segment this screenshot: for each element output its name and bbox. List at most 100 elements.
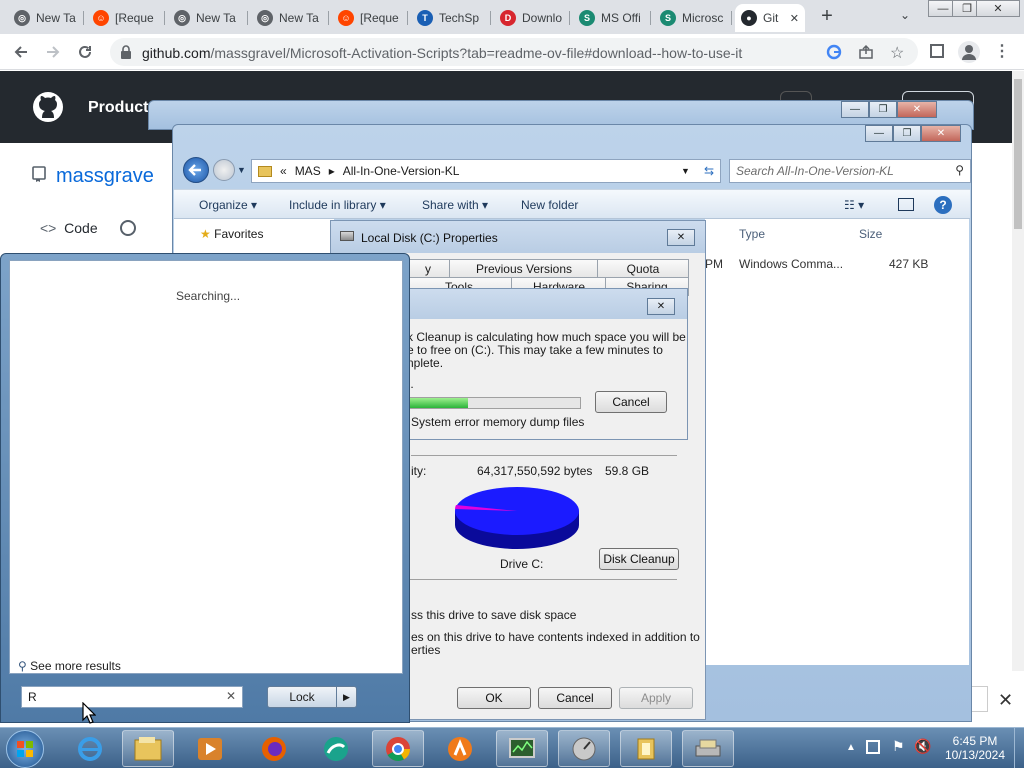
preview-pane-icon[interactable] xyxy=(898,198,914,211)
cleanup-cancel-button[interactable]: Cancel xyxy=(595,391,667,413)
browser-tab[interactable]: ● Git ✕ xyxy=(735,4,805,32)
explorer-search-input[interactable]: Search All-In-One-Version-KL ⚲ xyxy=(729,159,971,183)
file-type-cell[interactable]: Windows Comma... xyxy=(739,257,843,271)
internet-explorer-icon[interactable] xyxy=(64,730,116,767)
start-button[interactable] xyxy=(6,730,44,768)
browser-app-icon[interactable] xyxy=(310,730,362,767)
taskbar-clock[interactable]: 6:45 PM 10/13/2024 xyxy=(940,734,1010,762)
browser-tab[interactable]: ◎ New Ta xyxy=(8,4,84,32)
windows-explorer-icon[interactable] xyxy=(122,730,174,767)
breadcrumb-item[interactable]: All-In-One-Version-KL xyxy=(343,164,460,178)
bookmark-star-icon[interactable]: ☆ xyxy=(890,43,904,63)
browser-tab[interactable]: ◎ New Ta xyxy=(251,4,329,32)
favorites-item[interactable]: ★ Favorites xyxy=(200,227,263,241)
file-size-cell[interactable]: 427 KB xyxy=(889,257,928,271)
google-lens-icon[interactable] xyxy=(826,44,842,60)
cancel-button[interactable]: Cancel xyxy=(538,687,612,709)
show-desktop-button[interactable] xyxy=(1014,728,1024,768)
back-window-minimize-button[interactable]: — xyxy=(841,101,869,118)
apply-button[interactable]: Apply xyxy=(619,687,693,709)
repo-owner-link[interactable]: massgrave xyxy=(56,165,154,188)
refresh-icon[interactable]: ⇆ xyxy=(698,164,720,178)
volume-muted-icon[interactable]: 🔇 xyxy=(914,738,931,755)
browser-tab[interactable]: ☺ [Reque xyxy=(87,4,165,32)
organize-menu[interactable]: Organize ▾ xyxy=(199,198,257,212)
profile-avatar[interactable] xyxy=(958,41,980,63)
browser-tab[interactable]: ☺ [Reque xyxy=(332,4,408,32)
address-bar[interactable]: github.com/massgravel/Microsoft-Activati… xyxy=(110,38,918,66)
breadcrumb-arrow-icon[interactable]: ▸ xyxy=(329,164,335,178)
show-hidden-icons-chevron-icon[interactable]: ▲ xyxy=(846,742,856,753)
file-modified-cell[interactable]: PM xyxy=(705,257,723,271)
browser-tab[interactable]: T TechSp xyxy=(411,4,491,32)
browser-tab[interactable]: S MS Offi xyxy=(573,4,651,32)
power-options-arrow-icon[interactable]: ▶ xyxy=(336,687,356,707)
back-arrow-icon[interactable] xyxy=(10,41,32,63)
index-option-cont: erties xyxy=(411,643,441,657)
back-window-close-button[interactable]: ✕ xyxy=(897,101,937,118)
lock-icon[interactable] xyxy=(120,45,132,59)
firefox-icon[interactable] xyxy=(248,730,300,767)
tab-label: Downlo xyxy=(522,11,563,25)
see-more-results-link[interactable]: ⚲ See more results xyxy=(18,659,121,673)
system-tool-taskbar-icon[interactable] xyxy=(682,730,734,767)
drive-properties-taskbar-icon[interactable] xyxy=(620,730,672,767)
help-icon[interactable]: ? xyxy=(934,196,952,214)
network-icon[interactable] xyxy=(866,740,880,754)
disk-cleanup-button[interactable]: Disk Cleanup xyxy=(599,548,679,570)
lock-button[interactable]: Lock ▶ xyxy=(267,686,357,708)
reload-icon[interactable] xyxy=(74,41,96,63)
breadcrumb-item[interactable]: MAS xyxy=(295,164,321,178)
view-options-icon[interactable]: ☷ ▾ xyxy=(844,198,864,212)
explorer-back-button[interactable] xyxy=(183,157,209,183)
compress-option[interactable]: ss this drive to save disk space xyxy=(411,608,576,622)
more-menu-icon[interactable]: ⋮ xyxy=(994,41,1010,61)
search-icon[interactable]: ⚲ xyxy=(955,163,964,177)
side-panel-icon[interactable] xyxy=(930,44,944,58)
tab-quota[interactable]: Quota xyxy=(597,259,689,278)
start-search-input[interactable]: R ✕ xyxy=(21,686,243,708)
explorer-maximize-button[interactable]: ❐ xyxy=(893,125,921,142)
code-tab[interactable]: <> Code xyxy=(40,220,98,236)
address-dropdown-icon[interactable]: ▼ xyxy=(681,166,690,176)
product-menu[interactable]: Product xyxy=(88,99,148,117)
browser-tab[interactable]: S Microsc xyxy=(654,4,732,32)
explorer-forward-button[interactable] xyxy=(213,159,235,181)
close-tab-icon[interactable]: ✕ xyxy=(790,12,799,25)
new-tab-button[interactable]: + xyxy=(816,6,838,28)
media-player-icon[interactable] xyxy=(184,730,236,767)
issues-icon[interactable] xyxy=(120,220,136,236)
download-site-icon: D xyxy=(500,10,516,26)
ok-button[interactable]: OK xyxy=(457,687,531,709)
type-column-header[interactable]: Type xyxy=(739,227,765,241)
close-window-button[interactable]: ✕ xyxy=(976,0,1020,17)
new-folder-button[interactable]: New folder xyxy=(521,198,578,212)
index-option[interactable]: es on this drive to have contents indexe… xyxy=(411,630,700,644)
forward-arrow-icon[interactable] xyxy=(42,41,64,63)
disk-cleanup-taskbar-icon[interactable] xyxy=(558,730,610,767)
explorer-minimize-button[interactable]: — xyxy=(865,125,893,142)
task-manager-icon[interactable] xyxy=(496,730,548,767)
size-column-header[interactable]: Size xyxy=(859,227,882,241)
cleanup-close-button[interactable]: ✕ xyxy=(647,298,675,315)
avast-icon[interactable] xyxy=(434,730,486,767)
github-logo-icon[interactable] xyxy=(32,91,64,123)
browser-tab[interactable]: D Downlo xyxy=(494,4,570,32)
recent-pages-chevron-icon[interactable]: ▼ xyxy=(237,165,246,175)
share-icon[interactable] xyxy=(858,44,874,60)
tab-search-chevron-icon[interactable]: ⌄ xyxy=(896,8,914,26)
tab-previous-versions[interactable]: Previous Versions xyxy=(449,259,599,278)
include-in-library-menu[interactable]: Include in library ▾ xyxy=(289,198,386,212)
back-window-maximize-button[interactable]: ❐ xyxy=(869,101,897,118)
browser-tab[interactable]: ◎ New Ta xyxy=(168,4,248,32)
explorer-close-button[interactable]: ✕ xyxy=(921,125,961,142)
page-scrollbar[interactable] xyxy=(1012,71,1024,671)
tab-security[interactable]: y xyxy=(405,259,451,278)
share-with-menu[interactable]: Share with ▾ xyxy=(422,198,488,212)
clear-search-icon[interactable]: ✕ xyxy=(226,689,236,703)
find-bar-close-icon[interactable]: ✕ xyxy=(998,690,1013,711)
google-chrome-icon[interactable] xyxy=(372,730,424,767)
explorer-address-bar[interactable]: « MAS ▸ All-In-One-Version-KL ▼ ⇆ xyxy=(251,159,721,183)
action-center-flag-icon[interactable]: ⚑ xyxy=(892,738,905,755)
properties-close-button[interactable]: ✕ xyxy=(667,229,695,246)
